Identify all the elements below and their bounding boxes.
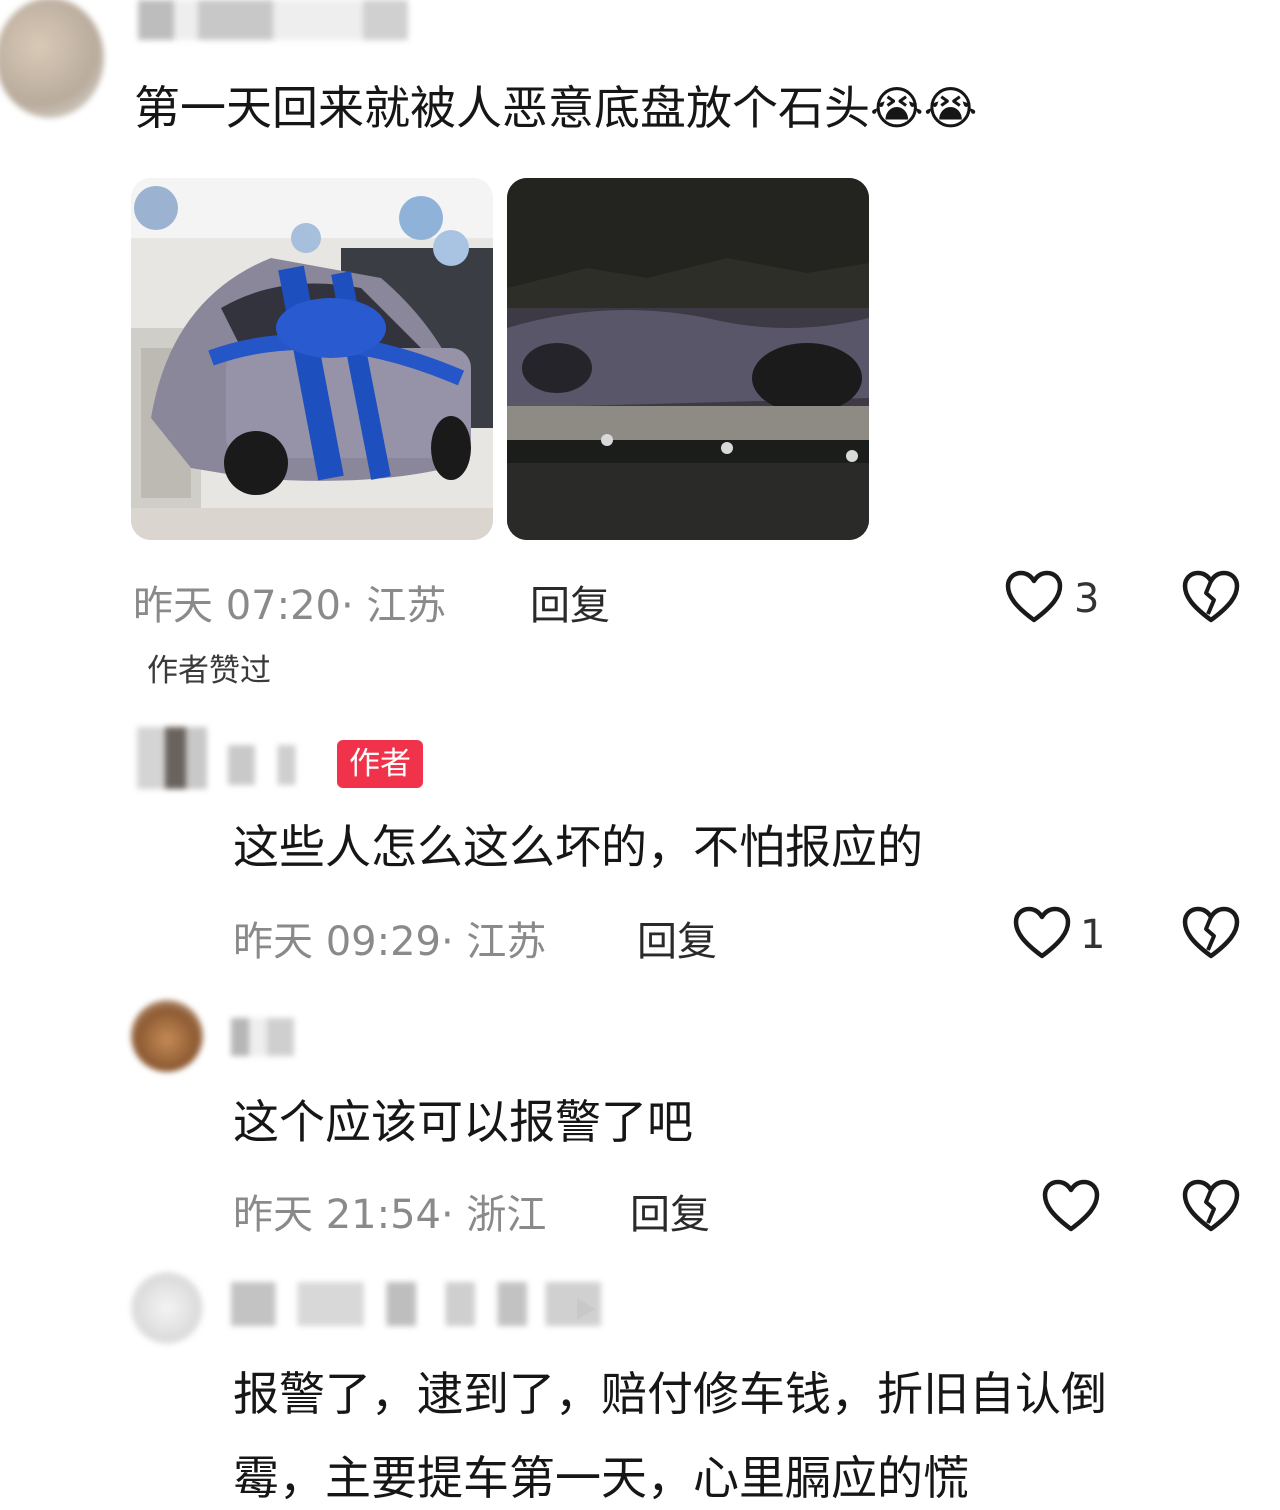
username-redacted[interactable]: [231, 1018, 321, 1056]
broken-heart-icon[interactable]: [1182, 570, 1240, 624]
comment-time: 昨天 07:20: [133, 583, 341, 629]
comment-text-line1: 报警了，逮到了，赔付修车钱，折旧自认倒: [233, 1367, 1107, 1421]
comment-location: · 江苏: [341, 583, 447, 629]
username-redacted[interactable]: [228, 745, 318, 785]
like-count: 1: [1080, 912, 1106, 958]
comment-location: · 浙江: [441, 1192, 547, 1238]
username-redacted[interactable]: [231, 1282, 601, 1326]
comment-text-line2: 霉，主要提车第一天，心里膈应的慌: [233, 1451, 969, 1505]
avatar[interactable]: [131, 1272, 203, 1344]
reply-button[interactable]: 回复: [630, 1182, 710, 1240]
comment-text: 这些人怎么这么坏的，不怕报应的: [233, 820, 923, 874]
heart-outline-icon[interactable]: [1005, 570, 1063, 624]
comment-time: 昨天 21:54: [233, 1192, 441, 1238]
avatar[interactable]: [137, 727, 207, 789]
car-photo-night-damage[interactable]: [507, 178, 869, 540]
heart-outline-icon[interactable]: [1042, 1179, 1100, 1233]
avatar[interactable]: [0, 0, 104, 118]
comment-time: 昨天 09:29: [233, 919, 441, 965]
comment-text: 这个应该可以报警了吧: [233, 1095, 693, 1149]
author-liked-label: 作者赞过: [147, 653, 271, 689]
broken-heart-icon[interactable]: [1182, 906, 1240, 960]
play-arrow-icon: [575, 1296, 597, 1322]
username-redacted[interactable]: [138, 0, 438, 40]
broken-heart-icon[interactable]: [1182, 1179, 1240, 1233]
comment-meta: 昨天 21:54· 浙江: [233, 1182, 546, 1240]
reply-button[interactable]: 回复: [530, 573, 610, 631]
heart-outline-icon[interactable]: [1013, 906, 1071, 960]
comment-text: 第一天回来就被人恶意底盘放个石头😭😭: [134, 81, 978, 135]
avatar[interactable]: [131, 1000, 203, 1072]
author-badge: 作者: [337, 740, 423, 788]
comment-meta: 昨天 07:20· 江苏: [133, 573, 446, 631]
like-count: 3: [1074, 576, 1100, 622]
comment-location: · 江苏: [441, 919, 547, 965]
car-photo-showroom[interactable]: [131, 178, 493, 540]
comment-meta: 昨天 09:29· 江苏: [233, 909, 546, 967]
reply-button[interactable]: 回复: [637, 909, 717, 967]
